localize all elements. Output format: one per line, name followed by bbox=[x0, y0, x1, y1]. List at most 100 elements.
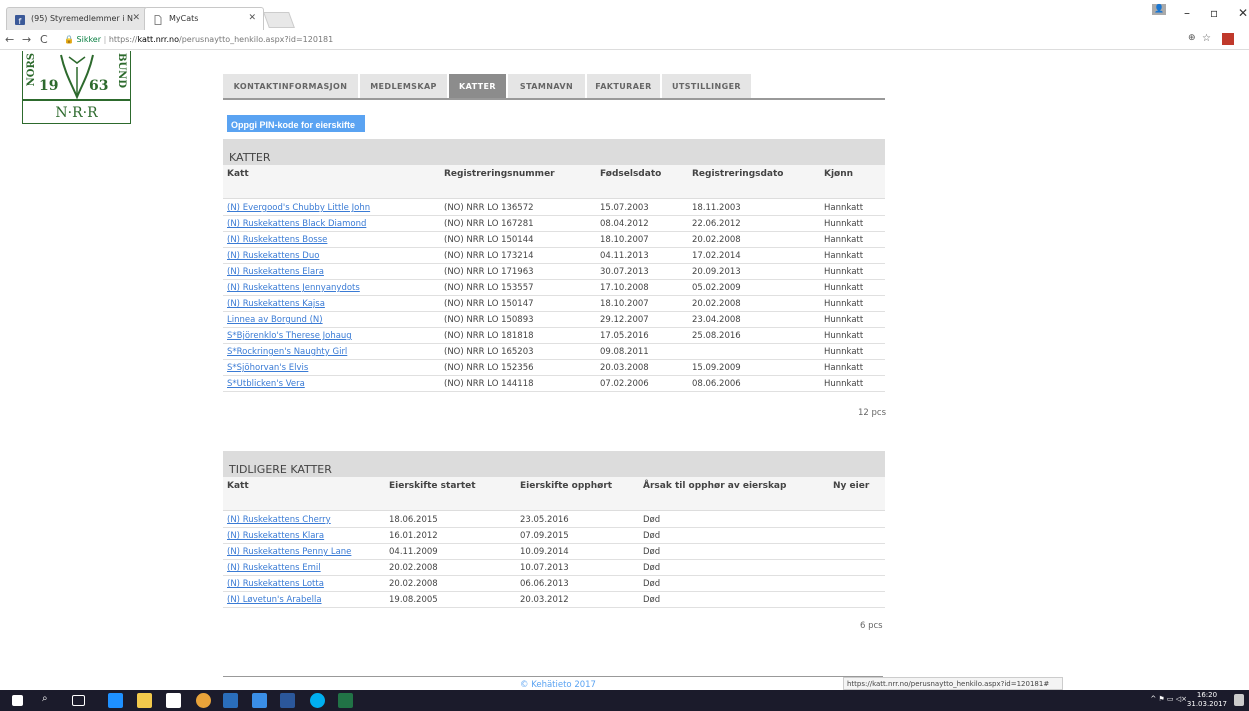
maximize-icon[interactable]: ▫ bbox=[1210, 6, 1218, 20]
gender: Hunnkatt bbox=[824, 347, 864, 357]
birth-date: 09.08.2011 bbox=[600, 347, 649, 357]
url-input[interactable]: 🔒 Sikker | https://katt.nrr.no/perusnayt… bbox=[64, 32, 1144, 48]
reload-icon[interactable]: C bbox=[40, 33, 48, 46]
user-icon[interactable]: 👤 bbox=[1152, 4, 1166, 15]
pdf-extension-icon[interactable] bbox=[1222, 33, 1234, 45]
cat-name-link[interactable]: S*Sjöhorvan's Elvis bbox=[227, 363, 308, 373]
tidligere-count: 6 pcs bbox=[860, 621, 883, 631]
outlook-icon[interactable] bbox=[223, 693, 238, 708]
url-prefix: https:// bbox=[108, 35, 138, 44]
logo-subtitle: N·R·R bbox=[55, 105, 98, 121]
logo-text-left: NORS bbox=[26, 53, 37, 87]
pin-code-button[interactable]: Oppgi PIN-kode for eierskifte bbox=[227, 115, 365, 132]
cat-name-link[interactable]: (N) Ruskekattens Kajsa bbox=[227, 299, 325, 309]
ownership-start: 20.02.2008 bbox=[389, 563, 438, 573]
registration-number: (NO) NRR LO 165203 bbox=[444, 347, 534, 357]
tab-kontaktinformasjon[interactable]: KONTAKTINFORMASJON bbox=[223, 74, 359, 98]
system-tray-icons[interactable]: ^ ⚑ ▭ ◁× bbox=[1150, 695, 1187, 703]
cat-name-link[interactable]: (N) Ruskekattens Penny Lane bbox=[227, 547, 351, 557]
table-row: (N) Evergood's Chubby Little John (NO) NR… bbox=[223, 200, 885, 216]
tab-katter[interactable]: KATTER bbox=[449, 74, 507, 98]
cat-name-link[interactable]: S*Björenklo's Therese Johaug bbox=[227, 331, 352, 341]
close-window-icon[interactable]: ✕ bbox=[1238, 6, 1248, 20]
browser-tab-facebook[interactable]: f (95) Styremedlemmer i N ✕ bbox=[6, 7, 148, 30]
skype-icon[interactable] bbox=[310, 693, 325, 708]
logo-year-left: 19 bbox=[39, 78, 59, 94]
close-icon[interactable]: ✕ bbox=[248, 13, 256, 23]
footer-copyright[interactable]: © Kehätieto 2017 bbox=[520, 680, 596, 690]
registration-date: 05.02.2009 bbox=[692, 283, 741, 293]
zoom-icon[interactable]: ⊕ bbox=[1188, 33, 1196, 43]
lock-icon: 🔒 bbox=[64, 35, 74, 44]
clock-time: 16:20 bbox=[1196, 691, 1218, 699]
birth-date: 18.10.2007 bbox=[600, 299, 649, 309]
table-row: (N) Ruskekattens Klara 16.01.2012 07.09.20… bbox=[223, 528, 885, 544]
minimize-icon[interactable]: – bbox=[1184, 6, 1190, 20]
internet-explorer-icon[interactable] bbox=[252, 693, 267, 708]
table-row: (N) Ruskekattens Kajsa (NO) NRR LO 150147… bbox=[223, 296, 885, 312]
excel-icon[interactable] bbox=[338, 693, 353, 708]
ownership-start: 20.02.2008 bbox=[389, 579, 438, 589]
table-row: (N) Ruskekattens Duo (NO) NRR LO 173214 04… bbox=[223, 248, 885, 264]
cat-name-link[interactable]: (N) Ruskekattens Black Diamond bbox=[227, 219, 366, 229]
registration-date: 20.09.2013 bbox=[692, 267, 741, 277]
nrr-logo: NORS BUND 19 63 N·R·R bbox=[22, 51, 131, 124]
edge-icon[interactable] bbox=[108, 693, 123, 708]
cat-name-link[interactable]: (N) Ruskekattens Bosse bbox=[227, 235, 327, 245]
store-icon[interactable] bbox=[166, 693, 181, 708]
birth-date: 20.03.2008 bbox=[600, 363, 649, 373]
ownership-start: 18.06.2015 bbox=[389, 515, 438, 525]
col-katt: Katt bbox=[227, 481, 249, 491]
table-row: (N) Ruskekattens Bosse (NO) NRR LO 150144… bbox=[223, 232, 885, 248]
search-icon[interactable]: ⌕ bbox=[42, 693, 57, 708]
registration-date: 15.09.2009 bbox=[692, 363, 741, 373]
cat-name-link[interactable]: (N) Ruskekattens Duo bbox=[227, 251, 319, 261]
tab-medlemskap[interactable]: MEDLEMSKAP bbox=[360, 74, 448, 98]
file-explorer-icon[interactable] bbox=[137, 693, 152, 708]
tab-utstillinger[interactable]: UTSTILLINGER bbox=[662, 74, 752, 98]
browser-tabstrip: f (95) Styremedlemmer i N ✕ MyCats ✕ 👤 –… bbox=[0, 0, 1249, 30]
chrome-icon[interactable] bbox=[196, 693, 211, 708]
tab-fakturaer[interactable]: FAKTURAER bbox=[587, 74, 661, 98]
tidligere-header-row: Katt Eierskifte startet Eierskifte opphø… bbox=[223, 477, 885, 511]
tab-label: (95) Styremedlemmer i N bbox=[31, 14, 133, 23]
gender: Hannkatt bbox=[824, 235, 864, 245]
registration-number: (NO) NRR LO 153557 bbox=[444, 283, 534, 293]
cat-name-link[interactable]: Linnea av Borgund (N) bbox=[227, 315, 323, 325]
birth-date: 30.07.2013 bbox=[600, 267, 649, 277]
cat-name-link[interactable]: (N) Ruskekattens Lotta bbox=[227, 579, 324, 589]
ownership-start: 19.08.2005 bbox=[389, 595, 438, 605]
notification-icon[interactable] bbox=[1234, 694, 1244, 706]
ownership-start: 04.11.2009 bbox=[389, 547, 438, 557]
birth-date: 15.07.2003 bbox=[600, 203, 649, 213]
cat-name-link[interactable]: (N) Evergood's Chubby Little John bbox=[227, 203, 370, 213]
cat-name-link[interactable]: (N) Ruskekattens Emil bbox=[227, 563, 321, 573]
tidligere-section-title: TIDLIGERE KATTER bbox=[223, 451, 885, 477]
cat-name-link[interactable]: (N) Ruskekattens Cherry bbox=[227, 515, 331, 525]
windows-start-icon[interactable] bbox=[12, 695, 23, 706]
ownership-end: 23.05.2016 bbox=[520, 515, 569, 525]
star-icon[interactable]: ☆ bbox=[1202, 33, 1211, 44]
tab-stamnavn[interactable]: STAMNAVN bbox=[508, 74, 586, 98]
registration-date: 22.06.2012 bbox=[692, 219, 741, 229]
col-fodselsdato: Fødselsdato bbox=[600, 169, 662, 179]
cat-name-link[interactable]: S*Utblicken's Vera bbox=[227, 379, 305, 389]
forward-icon[interactable]: → bbox=[22, 33, 31, 46]
browser-tab-mycats[interactable]: MyCats ✕ bbox=[144, 7, 264, 30]
cat-name-link[interactable]: (N) Ruskekattens Klara bbox=[227, 531, 324, 541]
table-row: (N) Ruskekattens Black Diamond (NO) NRR L… bbox=[223, 216, 885, 232]
word-icon[interactable] bbox=[280, 693, 295, 708]
task-view-icon[interactable] bbox=[72, 695, 85, 706]
cat-name-link[interactable]: (N) Ruskekattens Jennyanydots bbox=[227, 283, 360, 293]
close-icon[interactable]: ✕ bbox=[132, 13, 140, 23]
clock[interactable]: 16:20 31.03.2017 bbox=[1187, 691, 1227, 709]
col-arsak: Årsak til opphør av eierskap bbox=[643, 481, 787, 491]
registration-number: (NO) NRR LO 152356 bbox=[444, 363, 534, 373]
cat-name-link[interactable]: S*Rockringen's Naughty Girl bbox=[227, 347, 347, 357]
table-row: S*Utblicken's Vera (NO) NRR LO 144118 07.0… bbox=[223, 376, 885, 392]
cat-name-link[interactable]: (N) Løvetun's Arabella bbox=[227, 595, 322, 605]
back-icon[interactable]: ← bbox=[5, 33, 14, 46]
clock-date: 31.03.2017 bbox=[1186, 700, 1227, 708]
cat-name-link[interactable]: (N) Ruskekattens Elara bbox=[227, 267, 324, 277]
new-tab-button[interactable] bbox=[263, 12, 295, 28]
